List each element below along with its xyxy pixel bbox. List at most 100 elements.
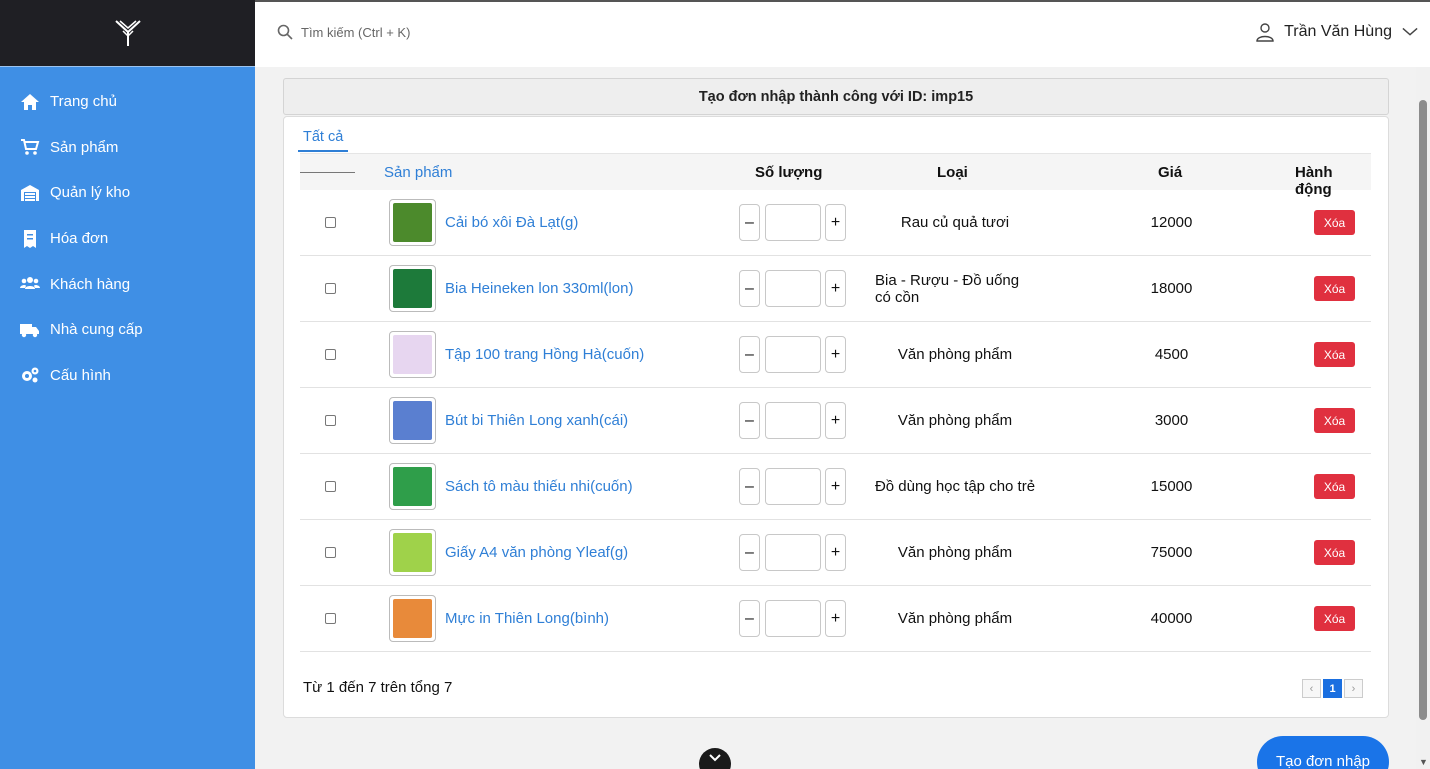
delete-button[interactable]: Xóa xyxy=(1314,276,1355,301)
product-image xyxy=(393,269,432,308)
product-name-link[interactable]: Bia Heineken lon 330ml(lon) xyxy=(445,280,633,297)
delete-button[interactable]: Xóa xyxy=(1314,540,1355,565)
delete-button[interactable]: Xóa xyxy=(1314,408,1355,433)
sidebar-item-label: Nhà cung cấp xyxy=(50,321,143,339)
row-checkbox[interactable] xyxy=(325,613,336,624)
chevron-down-icon xyxy=(709,754,721,762)
quantity-decrease-button[interactable]: – xyxy=(739,600,760,637)
app-logo[interactable] xyxy=(0,0,255,67)
quantity-increase-button[interactable]: + xyxy=(825,270,846,307)
truck-icon xyxy=(19,320,41,340)
delete-button[interactable]: Xóa xyxy=(1314,210,1355,235)
sidebar-item-label: Trang chủ xyxy=(50,93,117,111)
create-import-button[interactable]: Tạo đơn nhập xyxy=(1257,736,1389,769)
quantity-increase-button[interactable]: + xyxy=(825,534,846,571)
search-placeholder[interactable]: Tìm kiếm (Ctrl + K) xyxy=(301,25,410,40)
search-box[interactable]: Tìm kiếm (Ctrl + K) xyxy=(277,24,410,40)
quantity-input[interactable] xyxy=(765,204,821,241)
quantity-increase-button[interactable]: + xyxy=(825,402,846,439)
product-category: Văn phòng phẩm xyxy=(897,544,1013,561)
product-category: Đồ dùng học tập cho trẻ xyxy=(874,478,1036,495)
product-price: 40000 xyxy=(1150,610,1193,627)
quantity-input[interactable] xyxy=(765,402,821,439)
table-row: Mực in Thiên Long(bình) – + Văn phòng phẩm 4… xyxy=(300,586,1371,652)
quantity-increase-button[interactable]: + xyxy=(825,468,846,505)
quantity-input[interactable] xyxy=(765,600,821,637)
next-page-button[interactable]: › xyxy=(1344,679,1363,698)
quantity-input[interactable] xyxy=(765,336,821,373)
page-button-1[interactable]: 1 xyxy=(1323,679,1342,698)
quantity-decrease-button[interactable]: – xyxy=(739,204,760,241)
sidebar-item-home[interactable]: Trang chủ xyxy=(0,79,255,125)
scroll-arrow-down-icon[interactable]: ▼ xyxy=(1419,757,1428,767)
product-name-link[interactable]: Cải bó xôi Đà Lạt(g) xyxy=(445,214,578,231)
product-category: Văn phòng phẩm xyxy=(897,346,1013,363)
product-category: Bia - Rượu - Đồ uống có cồn xyxy=(875,272,1020,306)
sidebar-item-warehouse[interactable]: Quản lý kho xyxy=(0,170,255,216)
quantity-decrease-button[interactable]: – xyxy=(739,534,760,571)
sidebar-item-label: Hóa đơn xyxy=(50,230,109,248)
row-checkbox[interactable] xyxy=(325,547,336,558)
product-name-link[interactable]: Mực in Thiên Long(bình) xyxy=(445,610,609,627)
logo-icon xyxy=(114,20,141,46)
cart-icon xyxy=(19,137,41,157)
topbar: Tìm kiếm (Ctrl + K) Trần Văn Hùng xyxy=(255,0,1430,67)
quantity-decrease-button[interactable]: – xyxy=(739,402,760,439)
gears-icon xyxy=(19,365,41,385)
product-thumbnail xyxy=(389,397,436,444)
user-menu[interactable]: Trần Văn Hùng xyxy=(1256,22,1418,42)
scroll-down-button[interactable] xyxy=(699,748,731,769)
header-product[interactable]: Sản phẩm xyxy=(384,164,452,181)
product-name-link[interactable]: Sách tô màu thiếu nhi(cuốn) xyxy=(445,478,633,495)
table-header: Sản phẩm Số lượng Loại Giá Hành động xyxy=(300,153,1371,198)
scrollbar-thumb[interactable] xyxy=(1419,100,1427,720)
product-category: Văn phòng phẩm xyxy=(897,412,1013,429)
row-checkbox[interactable] xyxy=(325,349,336,360)
table-row: Bút bi Thiên Long xanh(cái) – + Văn phòng p… xyxy=(300,388,1371,454)
quantity-increase-button[interactable]: + xyxy=(825,336,846,373)
page-scrollbar[interactable]: ▼ xyxy=(1416,67,1430,769)
header-price: Giá xyxy=(1158,164,1183,181)
pagination: ‹ 1 › xyxy=(1302,679,1363,698)
user-icon xyxy=(1256,23,1274,42)
sidebar: Trang chủ Sản phẩm Quản lý kho Hóa đơn K… xyxy=(0,0,255,769)
row-checkbox[interactable] xyxy=(325,283,336,294)
product-image xyxy=(393,335,432,374)
row-checkbox[interactable] xyxy=(325,217,336,228)
tab-all[interactable]: Tất cả xyxy=(298,129,349,152)
product-name-link[interactable]: Giấy A4 văn phòng Yleaf(g) xyxy=(445,544,628,561)
product-image xyxy=(393,599,432,638)
header-quantity: Số lượng xyxy=(755,164,823,181)
quantity-input[interactable] xyxy=(765,270,821,307)
products-card: Tất cả Sản phẩm Số lượng Loại Giá Hành đ… xyxy=(283,116,1389,718)
quantity-decrease-button[interactable]: – xyxy=(739,468,760,505)
quantity-increase-button[interactable]: + xyxy=(825,204,846,241)
quantity-decrease-button[interactable]: – xyxy=(739,336,760,373)
quantity-decrease-button[interactable]: – xyxy=(739,270,760,307)
sidebar-item-label: Cấu hình xyxy=(50,366,111,384)
sidebar-item-products[interactable]: Sản phẩm xyxy=(0,125,255,171)
product-name-link[interactable]: Bút bi Thiên Long xanh(cái) xyxy=(445,412,628,429)
users-icon xyxy=(19,274,41,294)
prev-page-button[interactable]: ‹ xyxy=(1302,679,1321,698)
product-price: 75000 xyxy=(1150,544,1193,561)
product-name-link[interactable]: Tập 100 trang Hồng Hà(cuốn) xyxy=(445,346,644,363)
sidebar-item-invoices[interactable]: Hóa đơn xyxy=(0,216,255,262)
delete-button[interactable]: Xóa xyxy=(1314,606,1355,631)
sidebar-item-suppliers[interactable]: Nhà cung cấp xyxy=(0,307,255,353)
product-price: 3000 xyxy=(1154,412,1189,429)
sidebar-item-label: Sản phẩm xyxy=(50,138,119,156)
product-image xyxy=(393,467,432,506)
quantity-input[interactable] xyxy=(765,534,821,571)
sidebar-item-settings[interactable]: Cấu hình xyxy=(0,353,255,399)
row-checkbox[interactable] xyxy=(325,481,336,492)
quantity-increase-button[interactable]: + xyxy=(825,600,846,637)
product-thumbnail xyxy=(389,199,436,246)
sidebar-item-label: Quản lý kho xyxy=(50,184,131,202)
delete-button[interactable]: Xóa xyxy=(1314,474,1355,499)
table-row: Cải bó xôi Đà Lạt(g) – + Rau củ quả tươi 120… xyxy=(300,190,1371,256)
row-checkbox[interactable] xyxy=(325,415,336,426)
sidebar-item-customers[interactable]: Khách hàng xyxy=(0,261,255,307)
delete-button[interactable]: Xóa xyxy=(1314,342,1355,367)
quantity-input[interactable] xyxy=(765,468,821,505)
